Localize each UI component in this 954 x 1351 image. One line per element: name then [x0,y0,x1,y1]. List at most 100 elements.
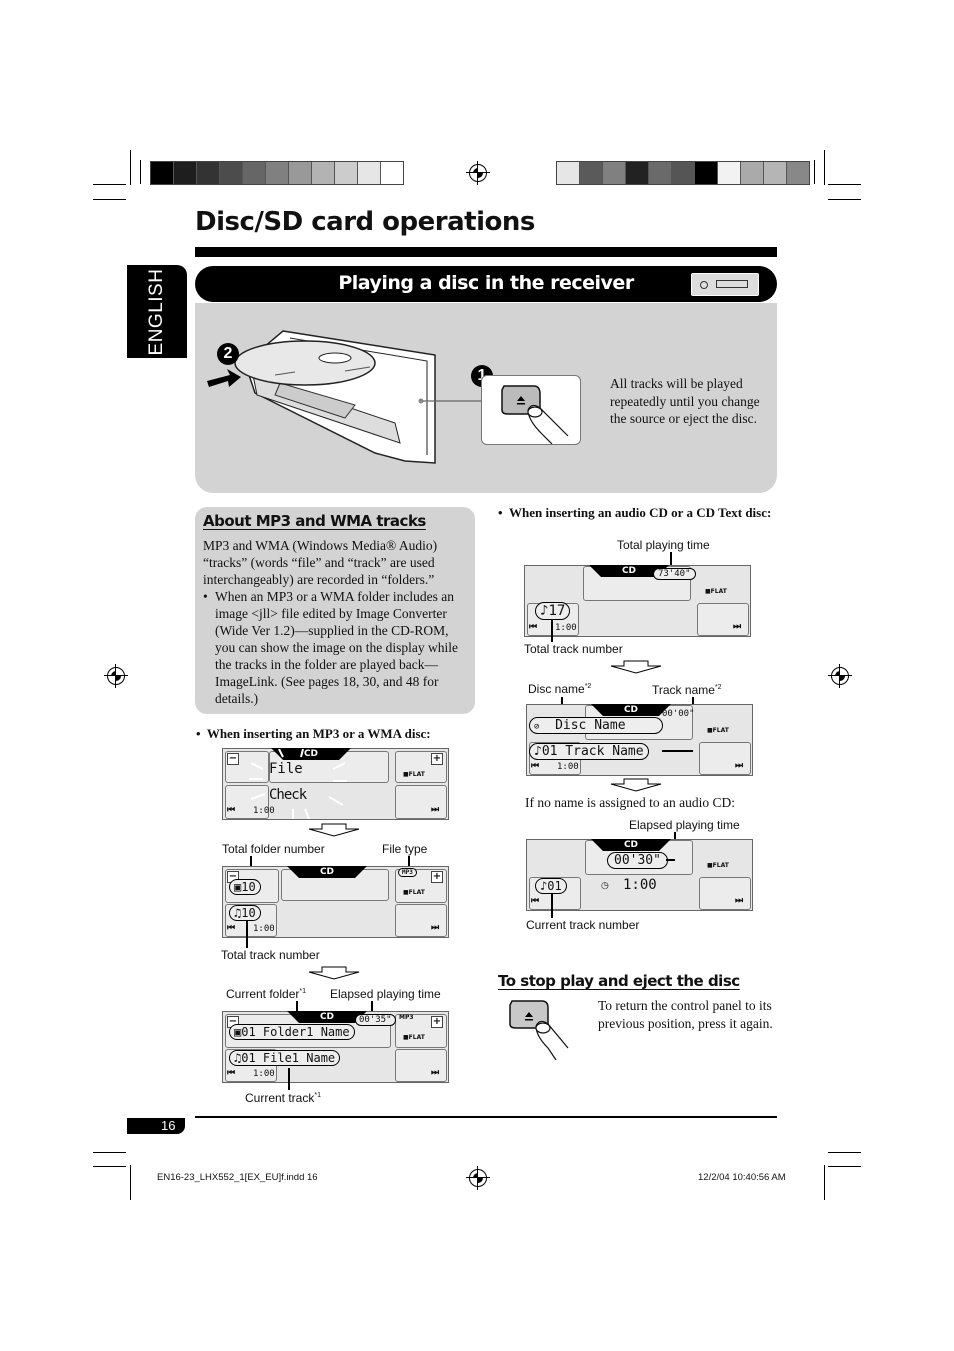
eject-press-icon [501,385,569,445]
crop-mark [93,1166,126,1167]
color-calibration-bar-left [150,161,404,185]
repeat-play-note: All tracks will be played repeatedly unt… [610,376,760,426]
flat-eq-label: ■FLAT [403,771,425,778]
total-track-badge: ♪17 [535,602,571,620]
color-swatch [672,162,695,184]
color-swatch [243,162,266,184]
caption-total-playing-time: Total playing time [617,538,710,552]
previous-track-icon: ⏮ [227,1068,236,1078]
flat-eq-label: ■FLAT [403,1034,425,1041]
color-swatch [289,162,312,184]
disc-name-badge: ⊘ Disc Name [529,717,663,734]
color-swatch [741,162,764,184]
clock-time: 1:00 [253,1069,275,1079]
file-type-label: MP3 [399,1014,414,1021]
lcd-cd-totals: CD 73'40" ■FLAT ♪17 ⏮ 1:00 ⏭ [524,565,751,637]
total-track-count: 17 [548,603,566,619]
current-folder-badge: ▣01 Folder1 Name [229,1024,355,1040]
mp3-box-intro: MP3 and WMA (Windows Media® Audio) “trac… [203,538,438,587]
section-title: Playing a disc in the receiver [338,272,634,294]
caption-total-track-number: Total track number [524,642,623,656]
insert-arrow-icon [207,369,241,387]
source-mode-label: CD [591,704,671,716]
crop-mark [824,1165,825,1200]
caption-elapsed-playing-time: Elapsed playing time [629,818,740,832]
next-track-icon: ⏭ [735,896,744,906]
flat-eq-label: ■FLAT [707,727,729,734]
clock-time: 1:00 [623,877,657,893]
page-number: 16 [161,1118,176,1133]
color-swatch [358,162,381,184]
caption-total-folder-number: Total folder number [222,842,325,856]
flat-eq-label: ■FLAT [707,862,729,869]
clock-icon: ◷ [601,880,609,890]
mp3-section-heading: • When inserting an MP3 or a WMA disc: [196,726,431,741]
track-name-badge: ♪01 Track Name [529,743,649,760]
total-time-badge: 73'40" [653,568,696,580]
current-track-badge: ♫01 File1 Name [229,1050,341,1066]
crop-mark [824,150,825,185]
lcd-file-check: CD − + ■FLAT File Check ⏮ 1:00 ⏭ [222,748,449,820]
source-mode-label: CD [591,839,671,851]
disc-name: Disc Name [555,718,626,733]
crop-mark [828,199,861,200]
color-swatch [787,162,809,184]
language-tab: ENGLISH [127,265,187,358]
current-file-name: 01 File1 Name [241,1051,336,1065]
color-swatch [151,162,174,184]
current-track-number: 01 [547,879,562,893]
lcd-cd-text: CD 00'00" ■FLAT ⊘ Disc Name ♪01 Track Na… [526,704,753,776]
crop-mark [93,1152,126,1153]
down-arrow-icon [308,966,360,980]
page-title: Disc/SD card operations [195,207,535,237]
eject-button-icon [509,1000,569,1060]
caption-current-folder: Current folder*1 [226,987,306,1001]
disc-slot-icon [691,273,759,296]
crop-mark [828,1166,861,1167]
previous-track-icon: ⏮ [531,896,540,906]
down-arrow-icon [610,778,662,792]
crop-mark [828,184,861,185]
mp3-section-heading-text: When inserting an MP3 or a WMA disc: [206,726,431,741]
color-swatch [626,162,649,184]
total-track-badge: ♫10 [229,905,261,921]
disc-icon: ⊘ [534,722,540,732]
leader-line [666,859,675,861]
lcd-mp3-totals: CD − + MP3 ■FLAT ▣10 ♫10 ⏮ 1:00 ⏭ [222,866,449,938]
down-arrow-icon [610,660,662,674]
lcd-cd-basic: CD 00'30" ■FLAT ♪01 ◷ 1:00 ⏮ ⏭ [526,839,753,911]
eject-button-illustration [481,375,581,445]
clock-time: 1:00 [253,806,275,816]
down-arrow-icon [308,823,360,837]
mp3-wma-info-box: About MP3 and WMA tracks MP3 and WMA (Wi… [195,507,475,714]
flat-eq-label: ■FLAT [403,889,425,896]
crop-mark [93,184,126,185]
color-swatch [266,162,289,184]
language-label: ENGLISH [146,268,167,355]
previous-track-icon: ⏮ [531,761,540,771]
caption-current-track-number: Current track number [526,918,640,932]
next-track-icon: ⏭ [733,622,742,632]
color-swatch [649,162,672,184]
color-swatch [220,162,243,184]
previous-track-icon: ⏮ [529,622,538,632]
clock-time: 1:00 [555,623,577,633]
color-swatch [197,162,220,184]
caption-current-track: Current track*1 [245,1091,321,1105]
leader-line [408,856,410,866]
color-swatch [335,162,358,184]
elapsed-time: 00'00" [662,709,695,719]
cd-section-heading: • When inserting an audio CD or a CD Text… [498,505,772,520]
mp3-box-bullet-text: When an MP3 or a WMA folder includes an … [215,589,458,706]
crop-mark [828,1152,861,1153]
title-rule [195,247,777,257]
footer-rule [195,1116,777,1118]
current-folder-name: 01 Folder1 Name [241,1025,350,1039]
crop-mark [93,199,126,200]
color-calibration-bar-right [556,161,810,185]
total-folder-count: 10 [241,880,256,894]
caption-file-type: File type [382,842,428,856]
footer-date: 12/2/04 10:40:56 AM [698,1172,786,1183]
next-track-icon: ⏭ [431,923,440,933]
file-type-badge: MP3 [398,868,417,877]
